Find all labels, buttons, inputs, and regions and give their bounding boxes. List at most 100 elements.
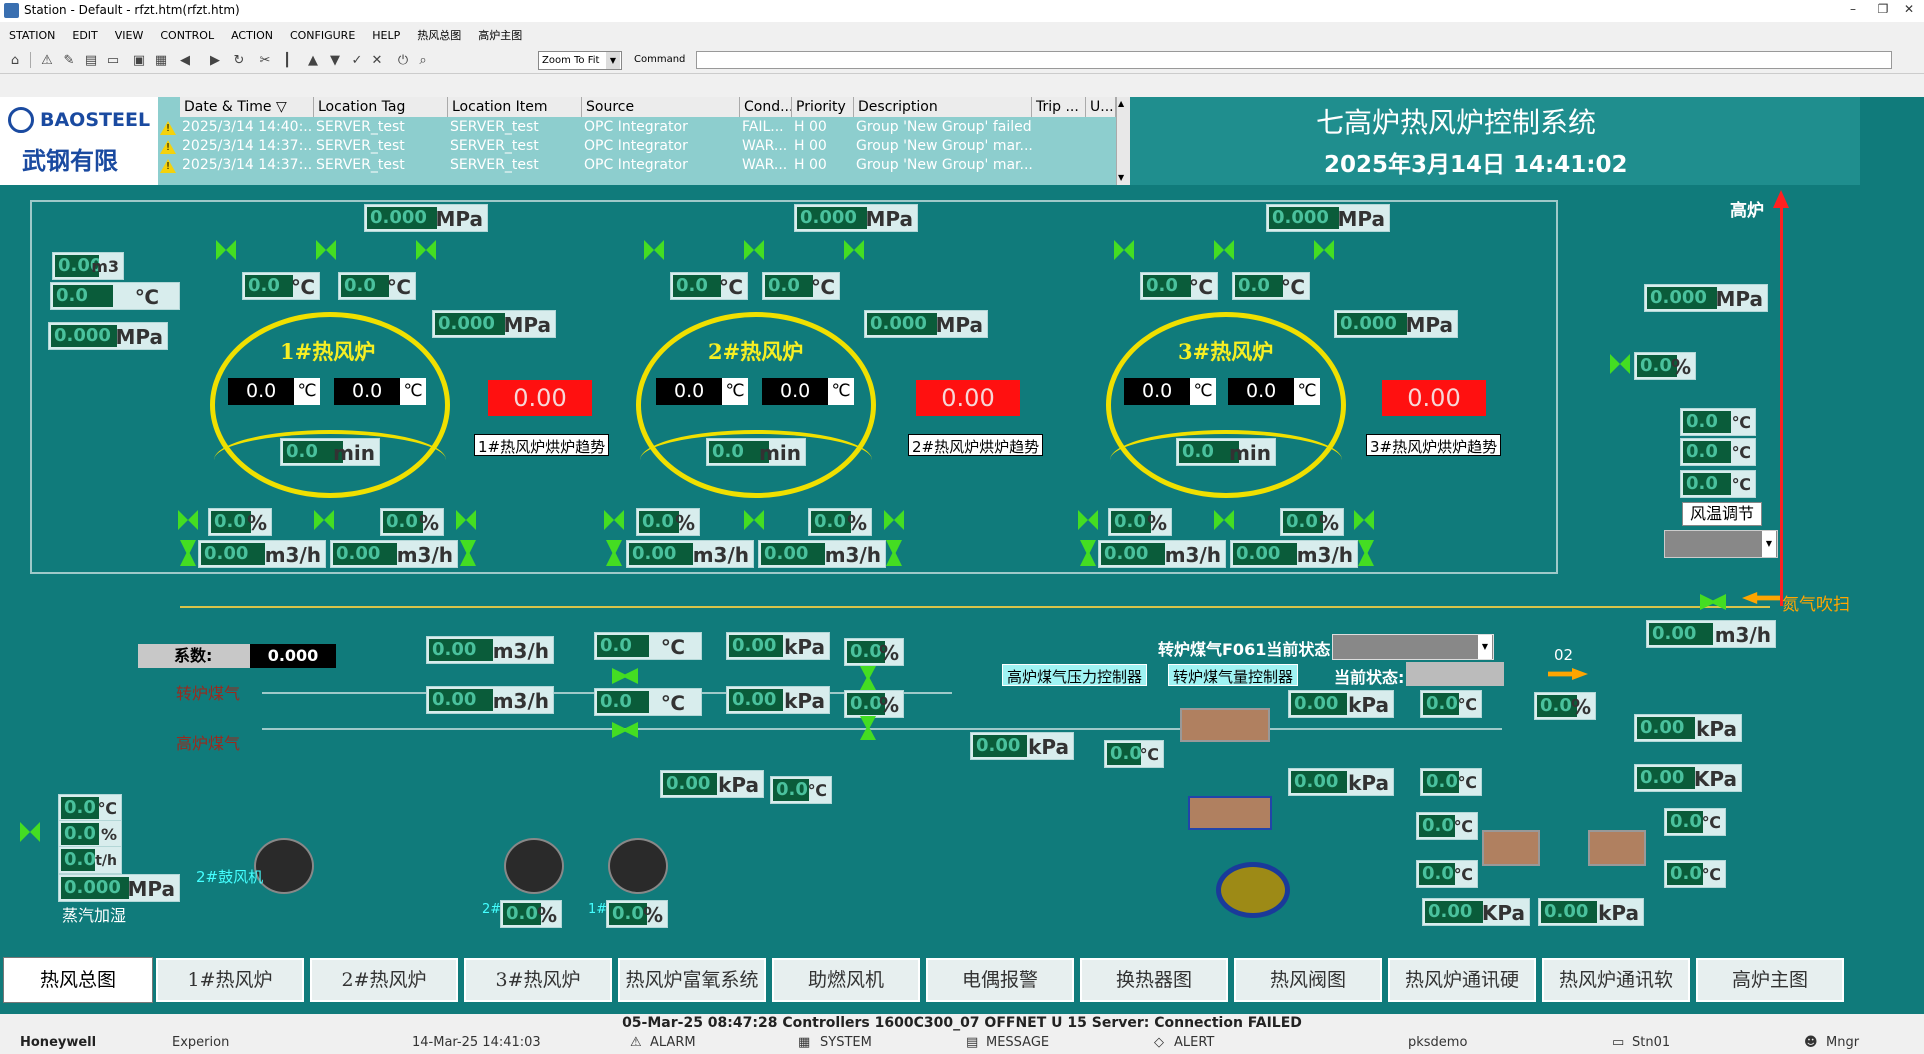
- alarm-row[interactable]: ! 2025/3/14 14:37:... SERVER_test SERVER…: [158, 138, 1116, 157]
- nav-hot-blast-overview[interactable]: 热风总图: [4, 958, 152, 1002]
- home-icon[interactable]: ⌂: [6, 51, 24, 69]
- alarm-summary-table: Date & Time ▽ Location Tag Location Item…: [158, 97, 1130, 185]
- alarm-status[interactable]: ALARM: [650, 1035, 696, 1050]
- menu-view[interactable]: VIEW: [106, 24, 152, 42]
- nav-hot-blast-valve[interactable]: 热风阀图: [1234, 958, 1382, 1002]
- furnace2-trend-button[interactable]: 2#热风炉烘炉趋势: [908, 434, 1044, 456]
- back-icon[interactable]: ◀: [176, 51, 194, 69]
- bottom-pressure-kpa-1: 0.00 KPa: [1422, 898, 1530, 926]
- nav-heat-exchanger[interactable]: 换热器图: [1080, 958, 1228, 1002]
- raise-icon[interactable]: ▲: [304, 51, 322, 69]
- furnace1-exhaust-temp: 0.0: [334, 378, 400, 405]
- power-icon[interactable]: ⏻: [394, 51, 412, 69]
- furnace2-flow-b: 0.00 m3/h: [758, 540, 886, 568]
- heat-exchanger-3[interactable]: [1482, 830, 1540, 866]
- scroll-up-icon[interactable]: ▲: [1118, 99, 1124, 108]
- print-icon[interactable]: ▤: [82, 51, 100, 69]
- lower-icon[interactable]: ▼: [326, 51, 344, 69]
- zoom-icon[interactable]: ⌕: [414, 51, 432, 69]
- chevron-down-icon[interactable]: ▼: [1762, 531, 1776, 557]
- nitrogen-purge-label: 氮气吹扫: [1782, 595, 1850, 615]
- chevron-down-icon[interactable]: ▼: [606, 52, 620, 69]
- col-priority[interactable]: Priority: [792, 97, 854, 117]
- wind-temp-adjust-button[interactable]: 风温调节: [1682, 502, 1762, 526]
- furnace1-trend-button[interactable]: 1#热风炉烘炉趋势: [474, 434, 610, 456]
- nav-furnace-2[interactable]: 2#热风炉: [310, 958, 458, 1002]
- heat-exchanger-2[interactable]: [1188, 796, 1272, 830]
- col-location-tag[interactable]: Location Tag: [314, 97, 448, 117]
- scroll-down-icon[interactable]: ▼: [1118, 173, 1124, 182]
- code-02-label: 02: [1554, 646, 1574, 664]
- nav-furnace-1[interactable]: 1#热风炉: [156, 958, 304, 1002]
- alarm-status-icon[interactable]: ⚠: [630, 1035, 642, 1050]
- check-icon[interactable]: ✓: [348, 51, 366, 69]
- col-description[interactable]: Description: [854, 97, 1032, 117]
- window-icon[interactable]: ▭: [104, 51, 122, 69]
- alarm-ack-icon[interactable]: ✎: [60, 51, 78, 69]
- nav-comm-software[interactable]: 热风炉通讯软: [1542, 958, 1690, 1002]
- alarm-row[interactable]: ! 2025/3/14 14:37:... SERVER_test SERVER…: [158, 157, 1116, 176]
- menu-edit[interactable]: EDIT: [63, 24, 105, 42]
- message-status[interactable]: MESSAGE: [986, 1035, 1049, 1050]
- blast-furnace-label: 高炉: [1730, 201, 1764, 221]
- trend-icon[interactable]: ┃: [278, 51, 296, 69]
- furnace2-dome-temp-unit: ℃: [722, 378, 748, 405]
- gas-temp-4: 0.0 ℃: [770, 776, 832, 804]
- nav-oxygen-enrichment[interactable]: 热风炉富氧系统: [618, 958, 766, 1002]
- menu-control[interactable]: CONTROL: [151, 24, 222, 42]
- detail-icon[interactable]: ▦: [152, 51, 170, 69]
- menu-station[interactable]: STATION: [0, 24, 63, 42]
- menu-action[interactable]: ACTION: [222, 24, 281, 42]
- nav-bf-main[interactable]: 高炉主图: [1696, 958, 1844, 1002]
- bf-gas-pipe: [262, 728, 1502, 730]
- converter-gas-label: 转炉煤气: [176, 684, 241, 703]
- message-status-icon[interactable]: ▤: [966, 1035, 978, 1050]
- bf-gas-pressure-controller-button[interactable]: 高炉煤气压力控制器: [1002, 664, 1148, 686]
- close-icon[interactable]: ✕: [1894, 2, 1924, 20]
- f061-state-select[interactable]: [1332, 634, 1494, 660]
- wind-temp-select[interactable]: [1664, 530, 1778, 558]
- converter-gas-flow-controller-button[interactable]: 转炉煤气量控制器: [1168, 664, 1299, 686]
- nav-thermocouple-alarm[interactable]: 电偶报警: [926, 958, 1074, 1002]
- nav-furnace-3[interactable]: 3#热风炉: [464, 958, 612, 1002]
- furnace2-flow-a: 0.00 m3/h: [626, 540, 754, 568]
- furnace3-flow-a: 0.00 m3/h: [1098, 540, 1226, 568]
- chevron-down-icon[interactable]: ▼: [1478, 635, 1492, 659]
- refresh-icon[interactable]: ↻: [230, 51, 248, 69]
- alert-status-icon[interactable]: ◇: [1154, 1035, 1164, 1050]
- alarm-scrollbar[interactable]: ▲ ▼: [1116, 97, 1130, 185]
- furnace3-side-pressure: 0.000 MPa: [1334, 310, 1458, 338]
- gas-pressure-4: 0.00 kPa: [660, 770, 764, 798]
- col-trip[interactable]: Trip ...: [1032, 97, 1086, 117]
- alarm-summary-icon[interactable]: ⚠: [38, 51, 56, 69]
- heat-exchanger-4[interactable]: [1588, 830, 1646, 866]
- col-source[interactable]: Source: [582, 97, 740, 117]
- hx-temp-3: 0.0 ℃: [1416, 812, 1478, 840]
- blower-icon[interactable]: [504, 838, 564, 894]
- alarm-row[interactable]: ! 2025/3/14 14:40:... SERVER_test SERVER…: [158, 119, 1116, 138]
- col-u[interactable]: U...: [1086, 97, 1116, 117]
- forward-icon[interactable]: ▶: [206, 51, 224, 69]
- system-status[interactable]: SYSTEM: [820, 1035, 872, 1050]
- nav-combustion-fan[interactable]: 助燃风机: [772, 958, 920, 1002]
- command-input[interactable]: [696, 51, 1892, 69]
- heat-exchanger-1[interactable]: [1180, 708, 1270, 742]
- blower-icon[interactable]: [608, 838, 668, 894]
- furnace1-alarm-value: 0.00: [488, 380, 592, 416]
- menu-help[interactable]: HELP: [363, 24, 408, 42]
- minimize-icon[interactable]: –: [1838, 2, 1868, 20]
- furnace2-side-pressure: 0.000 MPa: [864, 310, 988, 338]
- furnace3-trend-button[interactable]: 3#热风炉烘炉趋势: [1366, 434, 1502, 456]
- menu-hot-blast-overview[interactable]: 热风总图: [408, 22, 469, 43]
- col-condition[interactable]: Cond...: [740, 97, 792, 117]
- nav-comm-hardware[interactable]: 热风炉通讯硬: [1388, 958, 1536, 1002]
- display-icon[interactable]: ▣: [130, 51, 148, 69]
- system-status-icon[interactable]: ▦: [798, 1035, 810, 1050]
- cut-icon[interactable]: ✂: [256, 51, 274, 69]
- menu-bf-main[interactable]: 高炉主图: [469, 22, 530, 43]
- col-date-time[interactable]: Date & Time ▽: [180, 97, 314, 117]
- cancel-icon[interactable]: ✕: [368, 51, 386, 69]
- menu-configure[interactable]: CONFIGURE: [281, 24, 363, 42]
- alert-status[interactable]: ALERT: [1174, 1035, 1214, 1050]
- col-location-item[interactable]: Location Item: [448, 97, 582, 117]
